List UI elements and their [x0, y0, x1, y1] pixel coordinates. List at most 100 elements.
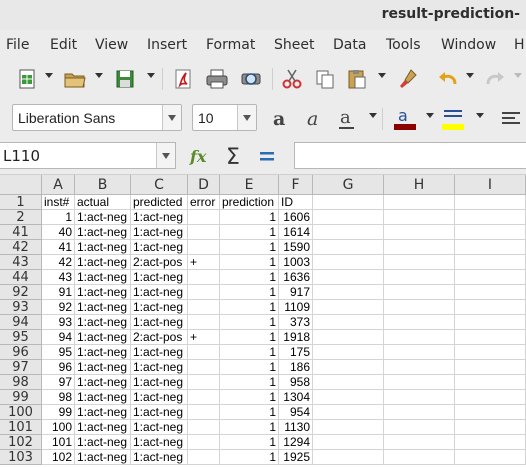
column-header-c[interactable]: C	[131, 175, 188, 195]
cell[interactable]: 1:act-neg	[131, 315, 188, 330]
sum-icon[interactable]: Σ	[222, 143, 248, 169]
cell[interactable]: 1636	[279, 270, 313, 285]
export-pdf-icon[interactable]	[170, 66, 196, 92]
cell[interactable]: 1	[220, 345, 279, 360]
new-dropdown-icon[interactable]	[45, 73, 53, 78]
row-header[interactable]: 41	[0, 225, 42, 240]
cell[interactable]	[313, 405, 384, 420]
underline-icon[interactable]: a	[334, 106, 360, 132]
cell[interactable]: 1	[220, 435, 279, 450]
cell[interactable]	[384, 360, 455, 375]
cell[interactable]: 2:act-pos	[131, 255, 188, 270]
cell[interactable]: inst#	[42, 195, 75, 210]
column-header-a[interactable]: A	[42, 175, 75, 195]
cell[interactable]: 1	[220, 300, 279, 315]
cell[interactable]: 1:act-neg	[75, 210, 131, 225]
cell[interactable]: 101	[42, 435, 75, 450]
cell[interactable]: error	[188, 195, 220, 210]
cell[interactable]: 92	[42, 300, 75, 315]
select-all-corner[interactable]	[0, 175, 42, 195]
cell[interactable]: 917	[279, 285, 313, 300]
cell[interactable]: 1:act-neg	[75, 300, 131, 315]
menu-view[interactable]: View	[95, 37, 128, 53]
cell[interactable]	[188, 240, 220, 255]
cell[interactable]	[313, 330, 384, 345]
cell[interactable]: 1:act-neg	[131, 405, 188, 420]
cell[interactable]	[188, 210, 220, 225]
cell[interactable]: 95	[42, 345, 75, 360]
cell[interactable]: 958	[279, 375, 313, 390]
cell[interactable]: 1:act-neg	[75, 225, 131, 240]
menu-format[interactable]: Format	[206, 37, 255, 53]
cell[interactable]: 1:act-neg	[75, 270, 131, 285]
cell[interactable]: 1614	[279, 225, 313, 240]
cell[interactable]: 1:act-neg	[131, 270, 188, 285]
font-size-dropdown-icon[interactable]	[237, 105, 256, 130]
cell[interactable]: 1:act-neg	[131, 420, 188, 435]
cell[interactable]	[188, 285, 220, 300]
font-size-box[interactable]: 10	[192, 104, 257, 131]
cell[interactable]	[455, 345, 526, 360]
column-header-e[interactable]: E	[220, 175, 279, 195]
cell[interactable]	[384, 285, 455, 300]
cell[interactable]: 1	[220, 360, 279, 375]
cell[interactable]	[188, 435, 220, 450]
column-header-b[interactable]: B	[75, 175, 131, 195]
cell[interactable]	[384, 195, 455, 210]
column-header-h[interactable]: H	[384, 175, 455, 195]
cell[interactable]	[313, 195, 384, 210]
save-dropdown-icon[interactable]	[147, 73, 155, 78]
cell[interactable]	[455, 315, 526, 330]
cell[interactable]: 1	[220, 330, 279, 345]
cell[interactable]: 100	[42, 420, 75, 435]
cell[interactable]: 42	[42, 255, 75, 270]
cell[interactable]	[455, 210, 526, 225]
cell[interactable]: 102	[42, 450, 75, 465]
cell[interactable]: 1	[220, 405, 279, 420]
cell[interactable]	[384, 390, 455, 405]
cell[interactable]	[455, 195, 526, 210]
underline-dropdown-icon[interactable]	[369, 113, 377, 118]
row-header[interactable]: 103	[0, 450, 42, 465]
cell[interactable]: 1	[220, 420, 279, 435]
font-name-dropdown-icon[interactable]	[162, 105, 181, 130]
cell[interactable]: 41	[42, 240, 75, 255]
cell[interactable]	[313, 300, 384, 315]
row-header[interactable]: 92	[0, 285, 42, 300]
cell[interactable]: 1:act-neg	[131, 210, 188, 225]
cell[interactable]	[313, 345, 384, 360]
cell[interactable]: +	[188, 330, 220, 345]
column-header-f[interactable]: F	[279, 175, 313, 195]
bold-icon[interactable]: a	[268, 106, 294, 132]
cell[interactable]	[313, 240, 384, 255]
align-left-icon[interactable]	[498, 106, 524, 132]
name-box[interactable]: L110	[0, 142, 176, 169]
cell[interactable]	[313, 450, 384, 465]
row-header[interactable]: 101	[0, 420, 42, 435]
row-header[interactable]: 100	[0, 405, 42, 420]
cell[interactable]: 1:act-neg	[75, 435, 131, 450]
cell[interactable]: 2:act-pos	[131, 330, 188, 345]
row-header[interactable]: 42	[0, 240, 42, 255]
row-header[interactable]: 99	[0, 390, 42, 405]
cell[interactable]: 1:act-neg	[75, 420, 131, 435]
menu-help[interactable]: H	[514, 37, 525, 53]
print-icon[interactable]	[204, 66, 230, 92]
cell[interactable]: 1:act-neg	[75, 390, 131, 405]
cell[interactable]: 175	[279, 345, 313, 360]
cell[interactable]	[188, 315, 220, 330]
cell[interactable]: 1:act-neg	[75, 360, 131, 375]
undo-icon[interactable]	[435, 66, 461, 92]
column-header-d[interactable]: D	[188, 175, 220, 195]
cell[interactable]	[313, 270, 384, 285]
row-header[interactable]: 96	[0, 345, 42, 360]
cell[interactable]	[455, 450, 526, 465]
cell[interactable]: 1:act-neg	[131, 225, 188, 240]
cell[interactable]	[384, 240, 455, 255]
row-header[interactable]: 2	[0, 210, 42, 225]
italic-icon[interactable]: a	[302, 106, 328, 132]
cell[interactable]: 1:act-neg	[131, 345, 188, 360]
spreadsheet-grid[interactable]: A B C D E F G H I 1 inst# actual predicted error predi…	[0, 175, 526, 468]
cell[interactable]	[455, 255, 526, 270]
cell[interactable]	[188, 390, 220, 405]
